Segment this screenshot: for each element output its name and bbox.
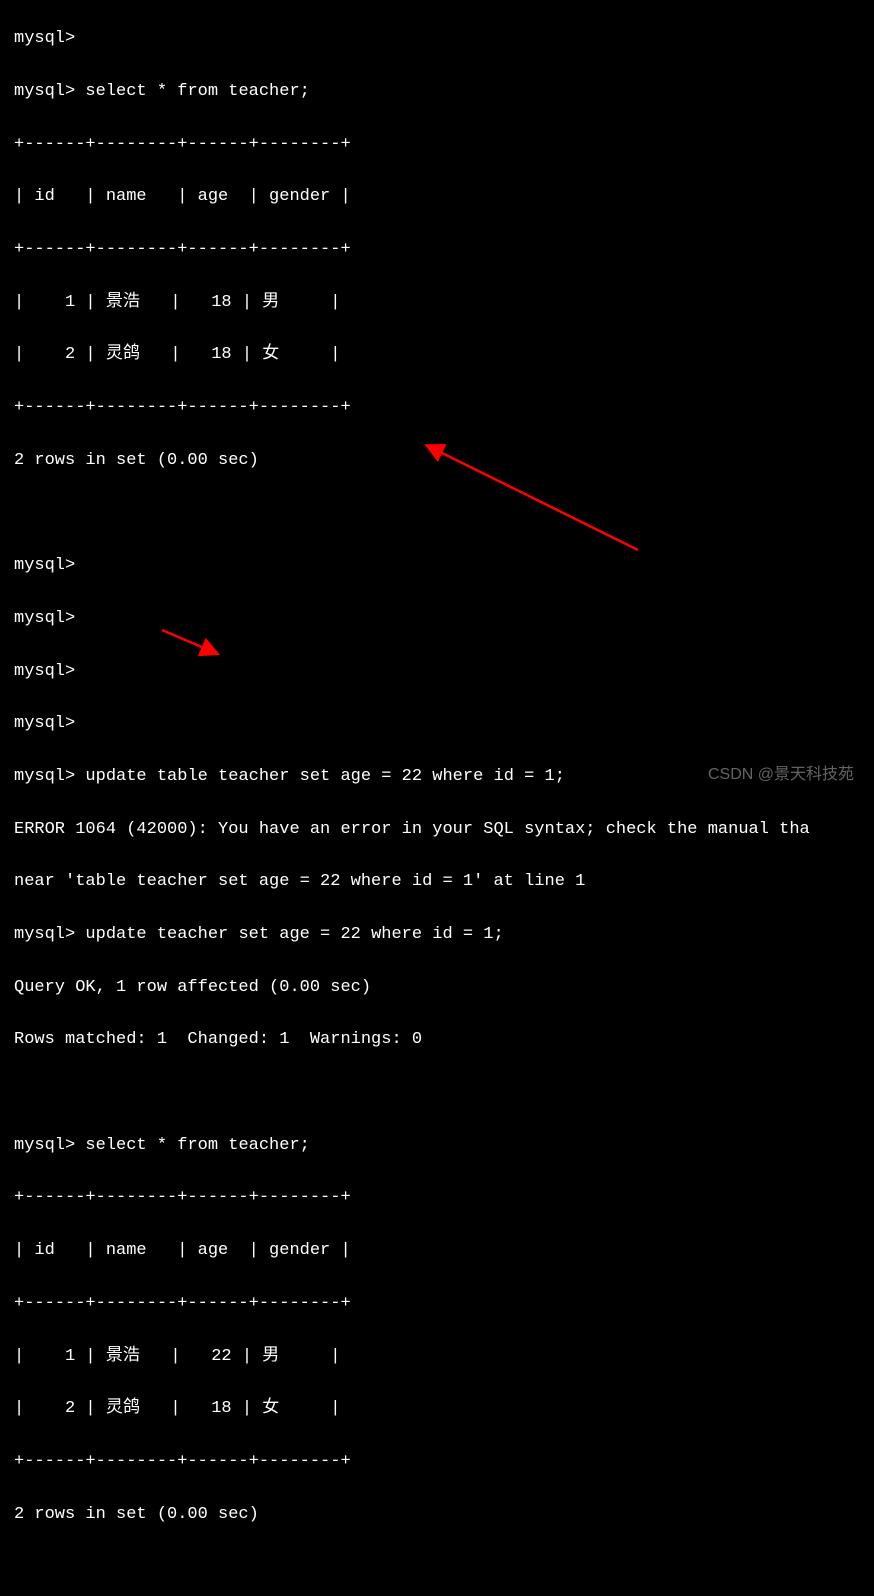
blank-line: [14, 501, 874, 527]
query-line: mysql> select * from teacher;: [14, 1133, 874, 1159]
table-header: | id | name | age | gender |: [14, 1238, 874, 1264]
blank-line: [14, 1554, 874, 1580]
table-header: | id | name | age | gender |: [14, 184, 874, 210]
blank-line: [14, 1080, 874, 1106]
query-line: mysql> update table teacher set age = 22…: [14, 764, 874, 790]
prompt-line: mysql>: [14, 659, 874, 685]
prompt-line: mysql>: [14, 606, 874, 632]
update-good-query: update teacher set age = 22 where id = 1…: [85, 925, 503, 944]
table-row: | 1 | 景浩 | 18 | 男 |: [14, 290, 874, 316]
prompt-line: mysql>: [14, 553, 874, 579]
result-summary: 2 rows in set (0.00 sec): [14, 1502, 874, 1528]
prompt-line: mysql>: [14, 711, 874, 737]
table-border: +------+--------+------+--------+: [14, 132, 874, 158]
error-line: near 'table teacher set age = 22 where i…: [14, 869, 874, 895]
table-row: | 2 | 灵鸽 | 18 | 女 |: [14, 342, 874, 368]
mysql-prompt: mysql>: [14, 29, 75, 48]
query-line: mysql> select * from teacher;: [14, 79, 874, 105]
terminal-output: mysql> mysql> select * from teacher; +--…: [0, 0, 874, 1596]
result-line: Query OK, 1 row affected (0.00 sec): [14, 975, 874, 1001]
result-summary: 2 rows in set (0.00 sec): [14, 448, 874, 474]
table-row: | 1 | 景浩 | 22 | 男 |: [14, 1344, 874, 1370]
result-line: Rows matched: 1 Changed: 1 Warnings: 0: [14, 1027, 874, 1053]
query-line: mysql> update teacher set age = 22 where…: [14, 922, 874, 948]
table-border: +------+--------+------+--------+: [14, 1185, 874, 1211]
prompt-line: mysql>: [14, 26, 874, 52]
table-border: +------+--------+------+--------+: [14, 395, 874, 421]
select-query: select * from teacher;: [85, 82, 309, 101]
update-bad-query: update table teacher set age = 22 where …: [85, 767, 564, 786]
table-border: +------+--------+------+--------+: [14, 1449, 874, 1475]
select-query: select * from teacher;: [85, 1136, 309, 1155]
error-line: ERROR 1064 (42000): You have an error in…: [14, 817, 874, 843]
table-border: +------+--------+------+--------+: [14, 1291, 874, 1317]
table-row: | 2 | 灵鸽 | 18 | 女 |: [14, 1396, 874, 1422]
table-border: +------+--------+------+--------+: [14, 237, 874, 263]
